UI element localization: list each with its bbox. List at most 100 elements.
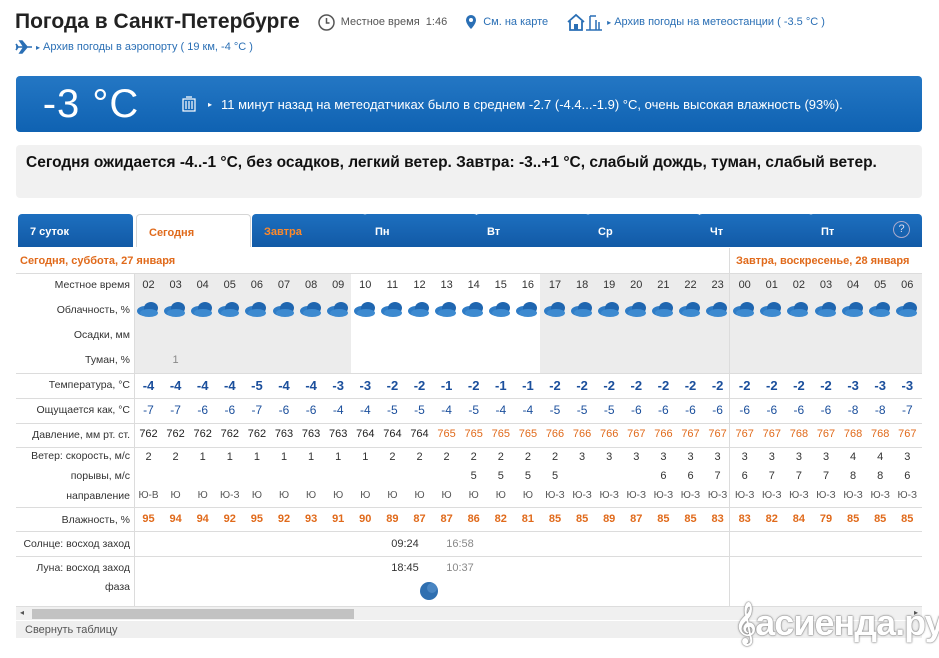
wind-cell: 1 <box>226 451 233 463</box>
divider <box>16 373 922 374</box>
direction-cell: Ю <box>441 490 452 501</box>
wind-cell: 3 <box>714 451 721 463</box>
temp-cell: -4 <box>169 378 182 393</box>
humidity-cell: 92 <box>223 513 236 525</box>
wind-cell: 3 <box>606 451 613 463</box>
cloud-icon <box>651 302 673 317</box>
humidity-cell: 82 <box>494 513 507 525</box>
map-link-group[interactable]: См. на карте <box>465 14 548 30</box>
station-archive-link[interactable]: Архив погоды на метеостанции ( -3.5 °C ) <box>614 16 825 28</box>
watermark-logo: 𝄞асиенда.ру <box>735 602 939 643</box>
cloud-icon <box>137 302 158 317</box>
current-message-text: 11 минут назад на метеодатчиках было в с… <box>221 96 843 112</box>
pressure-cell: 766 <box>600 428 619 440</box>
direction-cell: Ю <box>197 490 208 501</box>
feels-cell: -8 <box>847 403 859 417</box>
label-feels: Ощущается как, °C <box>36 404 130 416</box>
humidity-cell: 87 <box>413 513 426 525</box>
gust-cell: 6 <box>660 470 667 482</box>
temp-cell: -4 <box>142 378 155 393</box>
clock-icon <box>318 13 335 31</box>
hour-cell: 06 <box>250 279 264 291</box>
divider <box>16 273 922 274</box>
arrow-right-icon: ▸ <box>36 42 41 52</box>
hour-cell: 16 <box>521 279 535 291</box>
station-house-icon <box>567 13 603 31</box>
label-humidity: Влажность, % <box>61 514 130 526</box>
sunset-time: 16:58 <box>446 538 474 550</box>
divider <box>16 531 922 532</box>
hour-cell: 20 <box>630 279 643 291</box>
direction-cell: Ю-З <box>545 490 565 501</box>
temp-cell: -2 <box>603 378 615 393</box>
tab-today[interactable]: Сегодня <box>136 214 251 247</box>
direction-cell: Ю <box>360 490 371 501</box>
pressure-cell: 764 <box>383 428 402 440</box>
pressure-cell: 767 <box>681 428 700 440</box>
pressure-cell: 762 <box>220 428 239 440</box>
hour-cell: 08 <box>304 279 318 291</box>
scrollbar-thumb[interactable] <box>32 609 354 619</box>
temp-cell: -2 <box>711 378 724 393</box>
airport-archive-link[interactable]: Архив погоды в аэропорту ( 19 км, -4 °C … <box>43 41 253 53</box>
map-link[interactable]: См. на карте <box>483 16 548 28</box>
airplane-icon <box>15 40 32 54</box>
cloud-icon <box>760 302 782 317</box>
wind-cell: 1 <box>199 451 206 463</box>
help-icon[interactable]: ? <box>893 221 910 238</box>
tab-wednesday[interactable]: Ср <box>586 214 701 247</box>
cloud-icon <box>624 302 646 317</box>
sunrise-time: 09:24 <box>391 538 419 550</box>
pressure-cell: 767 <box>627 428 646 440</box>
label-moon: Луна: восход заход <box>36 562 130 574</box>
gust-cell: 5 <box>497 470 504 482</box>
wind-cell: 2 <box>389 451 396 463</box>
humidity-cell: 89 <box>603 513 616 525</box>
gust-cell: 5 <box>524 470 531 482</box>
cloud-icon <box>597 302 619 317</box>
station-archive-group[interactable]: ▸ Архив погоды на метеостанции ( -3.5 °C … <box>566 12 825 32</box>
humidity-cell: 95 <box>250 513 264 525</box>
tab-7-days[interactable]: 7 суток <box>18 214 133 247</box>
cloud-icon <box>516 302 538 317</box>
pressure-cell: 767 <box>762 428 781 440</box>
temp-cell: -2 <box>467 378 480 393</box>
feels-cell: -6 <box>739 403 751 417</box>
direction-cell: Ю-З <box>870 490 890 501</box>
hour-cell: 12 <box>413 279 426 291</box>
tab-tuesday[interactable]: Вт <box>475 214 590 247</box>
current-message: ▸ 11 минут назад на метеодатчиках было в… <box>161 96 843 112</box>
wind-cell: 1 <box>335 451 342 463</box>
weather-table: Сегодня, суббота, 27 января Завтра, воск… <box>16 248 922 621</box>
cloud-icon <box>408 302 429 317</box>
humidity-cell: 87 <box>440 513 453 525</box>
wind-cell: 4 <box>850 451 857 463</box>
temp-cell: -4 <box>305 378 317 393</box>
direction-cell: Ю-З <box>789 490 809 501</box>
gust-cell: 6 <box>741 470 748 482</box>
gust-cell: 6 <box>687 470 694 482</box>
tab-tomorrow[interactable]: Завтра <box>252 214 367 247</box>
scroll-left-icon[interactable]: ◂ <box>20 608 24 617</box>
cloud-icon <box>191 302 213 317</box>
humidity-cell: 82 <box>765 513 778 525</box>
temp-cell: -5 <box>251 378 263 393</box>
pressure-cell: 762 <box>193 428 212 440</box>
direction-cell: Ю-З <box>626 490 647 501</box>
tab-monday[interactable]: Пн <box>363 214 478 247</box>
cloud-icon <box>706 302 728 317</box>
tomorrow-header: Завтра, воскресенье, 28 января <box>736 255 910 267</box>
hour-cell: 18 <box>575 279 589 291</box>
cloud-icon <box>841 302 863 317</box>
divider <box>16 507 922 508</box>
feels-cell: -4 <box>332 403 344 417</box>
airport-archive-group[interactable]: ▸ Архив погоды в аэропорту ( 19 км, -4 °C… <box>15 40 253 54</box>
tab-thursday[interactable]: Чт <box>698 214 813 247</box>
pressure-cell: 762 <box>166 428 185 440</box>
pressure-cell: 765 <box>437 428 456 440</box>
wind-cell: 3 <box>633 451 640 463</box>
feels-cell: -5 <box>414 403 425 417</box>
wind-cell: 3 <box>795 451 802 463</box>
wind-cell: 3 <box>822 451 830 463</box>
hour-cell: 02 <box>792 279 806 291</box>
